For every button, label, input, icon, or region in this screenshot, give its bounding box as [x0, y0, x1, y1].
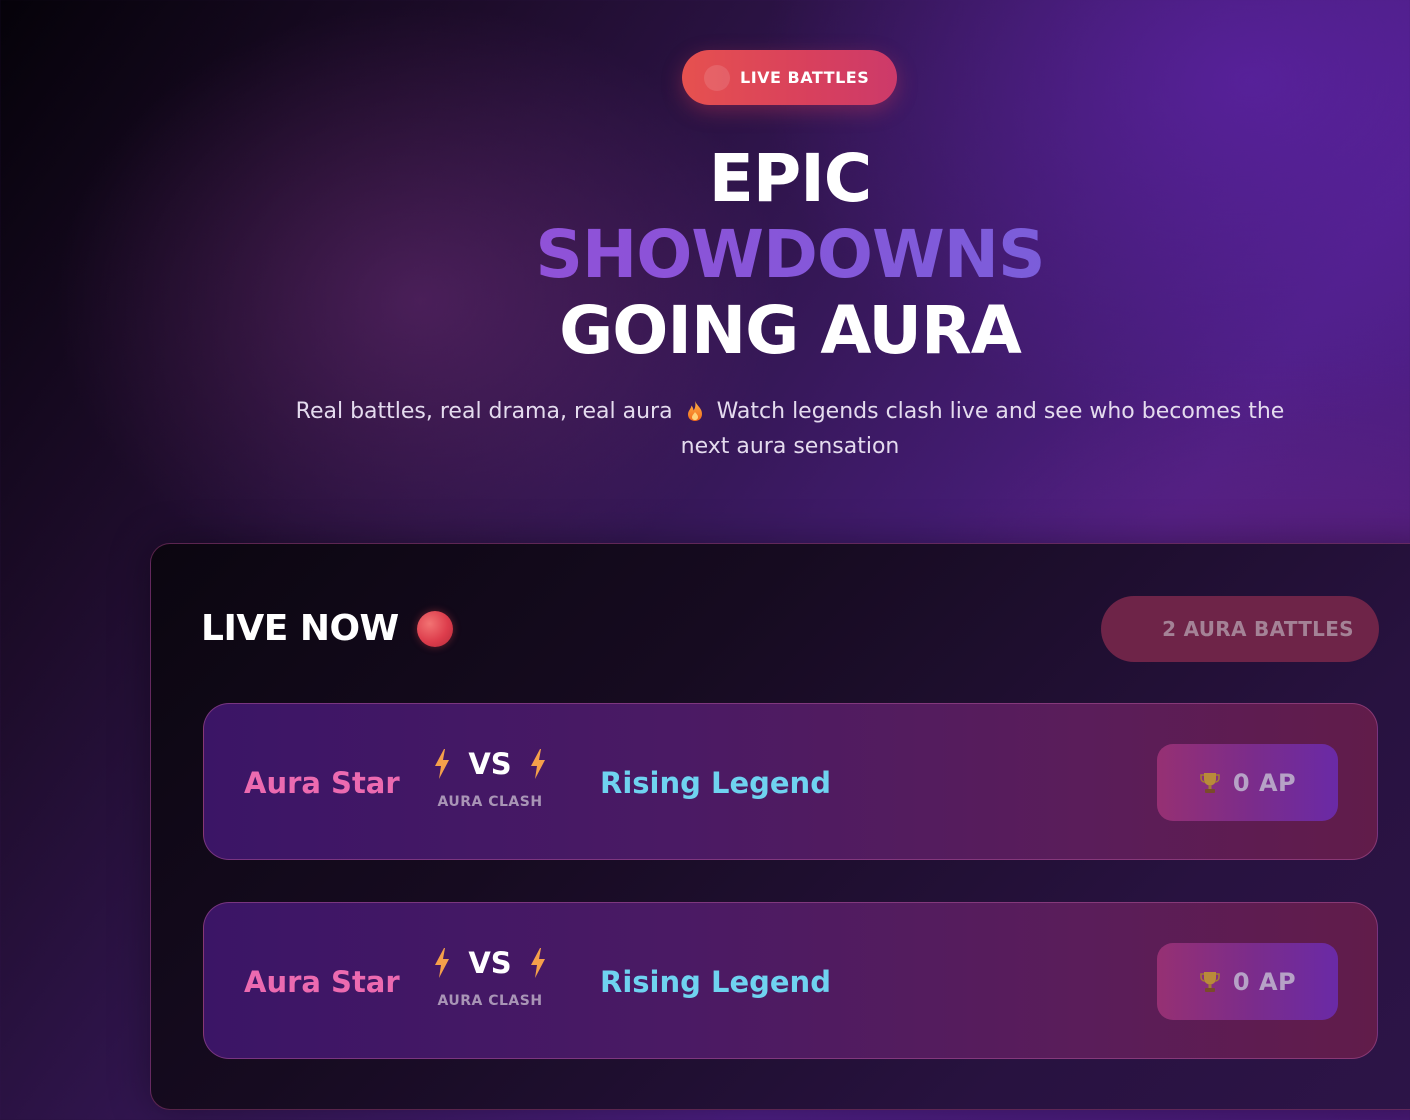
battle-card[interactable]: Aura Star VS AURA CLASH Rising Legend 0 … [203, 902, 1378, 1059]
hero-section: LIVE BATTLES EPIC SHOWDOWNS GOING AURA R… [0, 0, 1410, 540]
live-now-panel: LIVE NOW 2 AURA BATTLES Aura Star VS AUR… [150, 543, 1410, 1110]
player-b-name[interactable]: Rising Legend [600, 766, 831, 800]
fire-icon [687, 401, 702, 421]
page-headline: EPIC SHOWDOWNS GOING AURA [0, 141, 1410, 369]
subtitle-text-2: Watch legends clash live and see who bec… [680, 399, 1285, 459]
lightning-bolt-icon [435, 948, 450, 978]
live-pulse-icon [704, 64, 730, 91]
hero-subtitle: Real battles, real drama, real aura Watc… [290, 394, 1290, 464]
live-indicator-icon [416, 610, 453, 647]
battle-count-label: 2 AURA BATTLES [1162, 617, 1354, 641]
live-battles-badge[interactable]: LIVE BATTLES [682, 50, 897, 105]
trophy-icon [1200, 971, 1220, 992]
live-now-heading: LIVE NOW [201, 608, 453, 649]
vs-label: VS [468, 946, 512, 980]
battle-count-badge: 2 AURA BATTLES [1101, 596, 1379, 662]
headline-line-3: GOING AURA [559, 292, 1022, 369]
lightning-bolt-icon [435, 749, 450, 779]
vs-label: VS [468, 747, 512, 781]
player-a-name[interactable]: Aura Star [244, 965, 400, 999]
aura-points-value: 0 AP [1232, 967, 1297, 996]
battle-mode-label: AURA CLASH [437, 794, 543, 810]
battle-mode-label: AURA CLASH [437, 993, 543, 1009]
aura-points-value: 0 AP [1232, 768, 1297, 797]
battle-card[interactable]: Aura Star VS AURA CLASH Rising Legend 0 … [203, 703, 1378, 860]
subtitle-text-1: Real battles, real drama, real aura [295, 399, 673, 424]
lightning-bolt-icon [530, 948, 545, 978]
aura-points-badge[interactable]: 0 AP [1157, 744, 1338, 821]
trophy-icon [1200, 772, 1220, 793]
aura-points-badge[interactable]: 0 AP [1157, 943, 1338, 1020]
live-battles-label: LIVE BATTLES [740, 68, 870, 87]
player-a-name[interactable]: Aura Star [244, 766, 400, 800]
lightning-bolt-icon [530, 749, 545, 779]
headline-line-2: SHOWDOWNS [0, 217, 1410, 293]
headline-line-1: EPIC [708, 140, 872, 217]
vs-block: VS AURA CLASH [428, 945, 552, 1009]
player-b-name[interactable]: Rising Legend [600, 965, 831, 999]
live-now-title: LIVE NOW [201, 608, 399, 649]
vs-block: VS AURA CLASH [428, 746, 552, 810]
